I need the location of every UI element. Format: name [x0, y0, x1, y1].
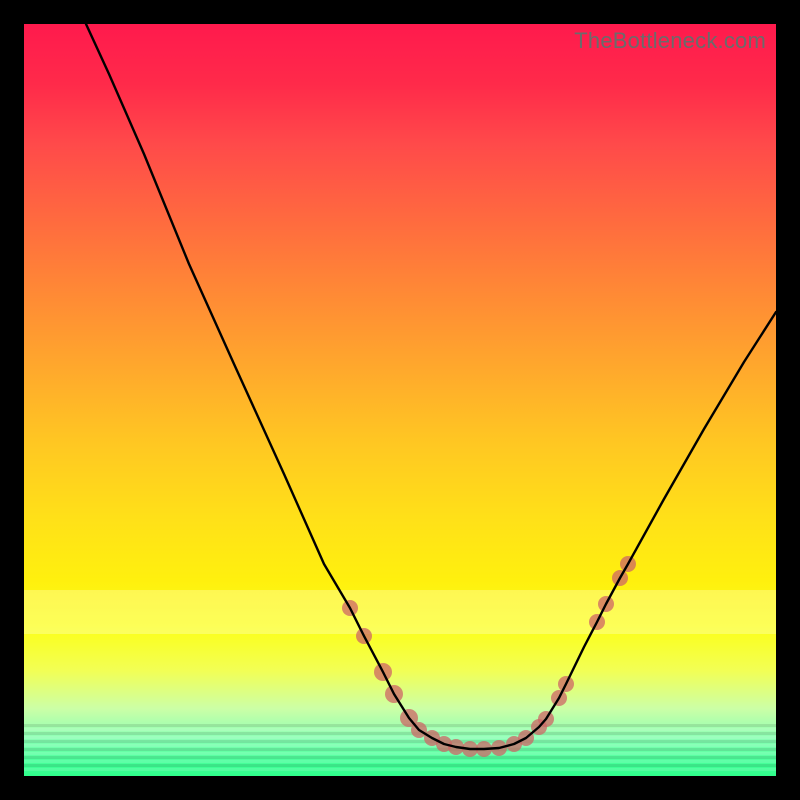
- chart-markers: [342, 556, 636, 757]
- chart-svg: [24, 24, 776, 776]
- chart-frame: TheBottleneck.com: [24, 24, 776, 776]
- watermark-text: TheBottleneck.com: [574, 28, 766, 54]
- chart-curve: [86, 24, 776, 749]
